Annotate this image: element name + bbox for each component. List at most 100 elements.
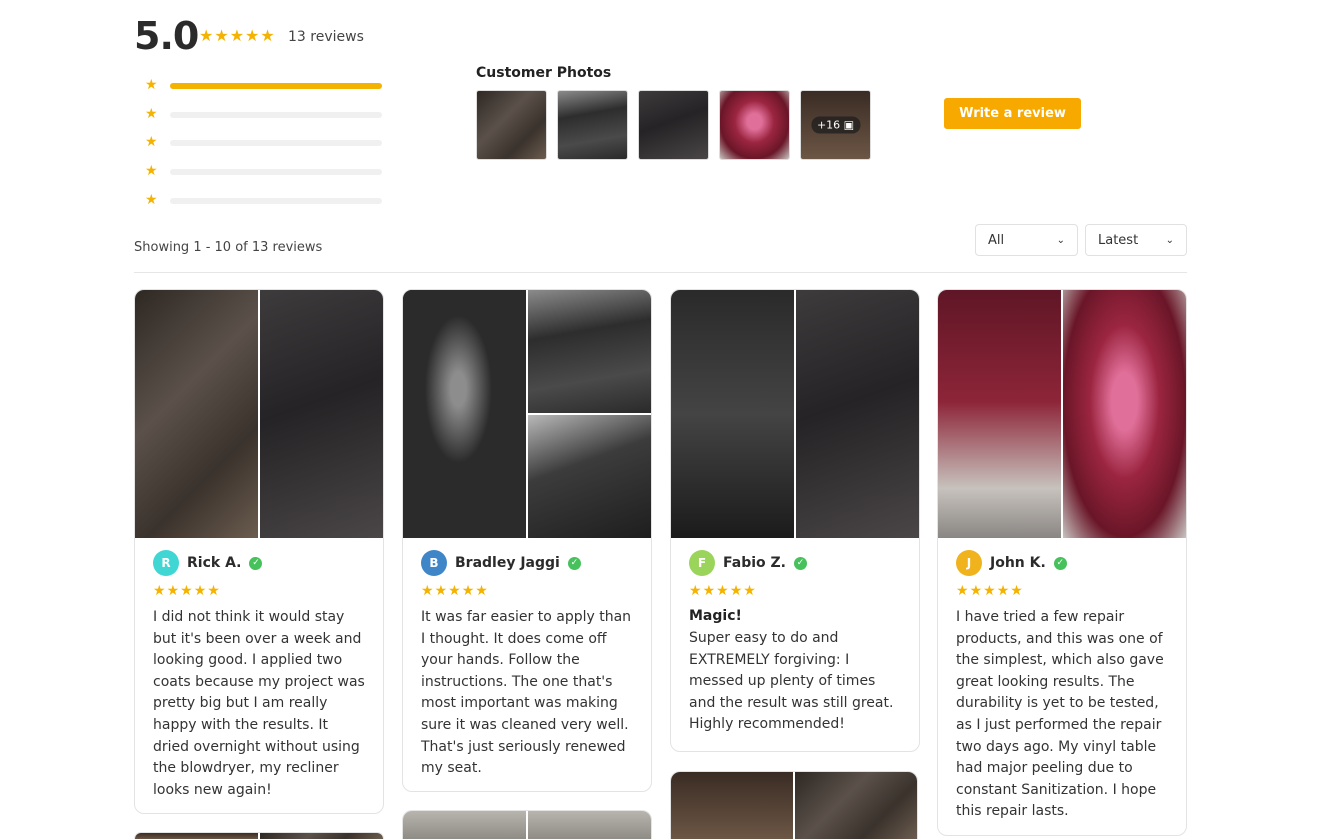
write-review-button[interactable]: Write a review (944, 98, 1081, 129)
review-photos (135, 290, 383, 538)
review-stars: ★ ★ ★ ★ ★ (421, 584, 633, 598)
verified-check-icon: ✓ (1053, 556, 1067, 570)
star-icon: ★ (193, 583, 207, 599)
review-text: I did not think it would stay but it's b… (153, 609, 365, 798)
filter-value: All (988, 232, 1005, 248)
star-icon: ★ (207, 583, 220, 599)
avatar: F (689, 550, 715, 576)
photo-thumbnail[interactable] (557, 90, 628, 160)
star-icon: ★ (199, 26, 214, 45)
star-icon: ★ (166, 583, 180, 599)
review-card[interactable] (402, 810, 652, 839)
review-photo[interactable] (1063, 290, 1186, 538)
verified-check-icon: ✓ (793, 556, 807, 570)
review-photo[interactable] (671, 772, 793, 839)
bar-track (170, 83, 382, 89)
review-text: Super easy to do and EXTREMELY forgiving… (689, 630, 894, 733)
photo-thumbnail[interactable] (476, 90, 547, 160)
review-photo[interactable] (403, 811, 526, 839)
author-name: Bradley Jaggi (455, 555, 560, 571)
star-icon: ★ (260, 26, 275, 45)
gallery-icon: ▣ (843, 118, 855, 132)
rating-bar-2[interactable]: ★ (145, 162, 385, 191)
review-photo[interactable] (528, 415, 651, 538)
star-icon: ★ (969, 583, 983, 599)
review-photo[interactable] (938, 290, 1061, 538)
review-card[interactable] (134, 832, 384, 839)
review-card[interactable]: B Bradley Jaggi ✓ ★ ★ ★ ★ ★ It was far easie… (402, 289, 652, 792)
review-text: It was far easier to apply than I though… (421, 609, 632, 777)
filter-select[interactable]: All ⌄ (975, 224, 1078, 256)
review-card[interactable]: R Rick A. ✓ ★ ★ ★ ★ ★ I did not think it wou… (134, 289, 384, 814)
rating-bar-3[interactable]: ★ (145, 133, 385, 162)
star-icon: ★ (245, 26, 260, 45)
rating-bar-1[interactable]: ★ (145, 191, 385, 220)
bar-track (170, 140, 382, 147)
star-icon: ★ (461, 583, 475, 599)
review-photo[interactable] (528, 290, 651, 413)
review-card[interactable]: J John K. ✓ ★ ★ ★ ★ ★ I have tried a few rep… (937, 289, 1187, 836)
star-icon: ★ (956, 583, 969, 599)
review-photo[interactable] (260, 833, 383, 839)
review-photo[interactable] (260, 290, 383, 538)
review-card[interactable] (670, 771, 918, 839)
chevron-down-icon: ⌄ (1165, 234, 1174, 246)
review-photos (671, 290, 919, 538)
more-photos-thumbnail[interactable]: +16 ▣ (800, 90, 871, 160)
customer-photos-strip: +16 ▣ (476, 90, 871, 160)
review-photo[interactable] (671, 290, 794, 538)
photo-thumbnail[interactable] (638, 90, 709, 160)
author-name: Rick A. (187, 555, 242, 571)
review-photo[interactable] (528, 811, 651, 839)
divider (134, 272, 1187, 273)
chevron-down-icon: ⌄ (1056, 234, 1065, 246)
star-icon: ★ (1010, 583, 1023, 599)
bar-track (170, 169, 382, 176)
sort-value: Latest (1098, 232, 1139, 248)
bar-track (170, 111, 382, 118)
review-photos (403, 290, 651, 538)
review-stars: ★ ★ ★ ★ ★ (153, 584, 365, 598)
rating-bar-4[interactable]: ★ (145, 105, 385, 134)
review-text: I have tried a few repair products, and … (956, 609, 1164, 820)
star-icon: ★ (180, 583, 193, 599)
avatar: B (421, 550, 447, 576)
avatar: R (153, 550, 179, 576)
star-icon: ★ (996, 583, 1010, 599)
review-stars: ★ ★ ★ ★ ★ (689, 584, 901, 598)
review-photo[interactable] (135, 833, 258, 839)
review-photo[interactable] (403, 290, 526, 538)
star-icon: ★ (421, 583, 434, 599)
star-icon: ★ (145, 134, 158, 151)
author-name: Fabio Z. (723, 555, 786, 571)
review-photo[interactable] (795, 772, 917, 839)
summary-stars: ★ ★ ★ ★ ★ (199, 28, 275, 44)
star-icon: ★ (702, 583, 716, 599)
star-icon: ★ (145, 105, 158, 122)
photo-thumbnail[interactable] (719, 90, 790, 160)
rating-score: 5.0 (134, 14, 199, 58)
star-icon: ★ (743, 583, 756, 599)
star-icon: ★ (448, 583, 461, 599)
star-icon: ★ (983, 583, 996, 599)
star-icon: ★ (145, 191, 158, 208)
star-icon: ★ (229, 26, 245, 45)
review-photo[interactable] (796, 290, 919, 538)
rating-distribution: ★ ★ ★ ★ ★ (145, 76, 385, 219)
star-icon: ★ (153, 583, 166, 599)
review-card[interactable]: F Fabio Z. ✓ ★ ★ ★ ★ ★ Magic! Super easy to … (670, 289, 920, 752)
review-photo[interactable] (135, 290, 258, 538)
bar-fill (170, 83, 382, 89)
showing-count: Showing 1 - 10 of 13 reviews (134, 240, 323, 255)
sort-select[interactable]: Latest ⌄ (1085, 224, 1187, 256)
star-icon: ★ (214, 26, 229, 45)
rating-bar-5[interactable]: ★ (145, 76, 385, 105)
star-icon: ★ (145, 77, 158, 93)
bar-track (170, 197, 382, 204)
more-photos-label: +16 ▣ (810, 116, 861, 134)
review-stars: ★ ★ ★ ★ ★ (956, 584, 1168, 598)
star-icon: ★ (716, 583, 729, 599)
avatar: J (956, 550, 982, 576)
review-photos (938, 290, 1186, 538)
review-title: Magic! (689, 608, 742, 624)
